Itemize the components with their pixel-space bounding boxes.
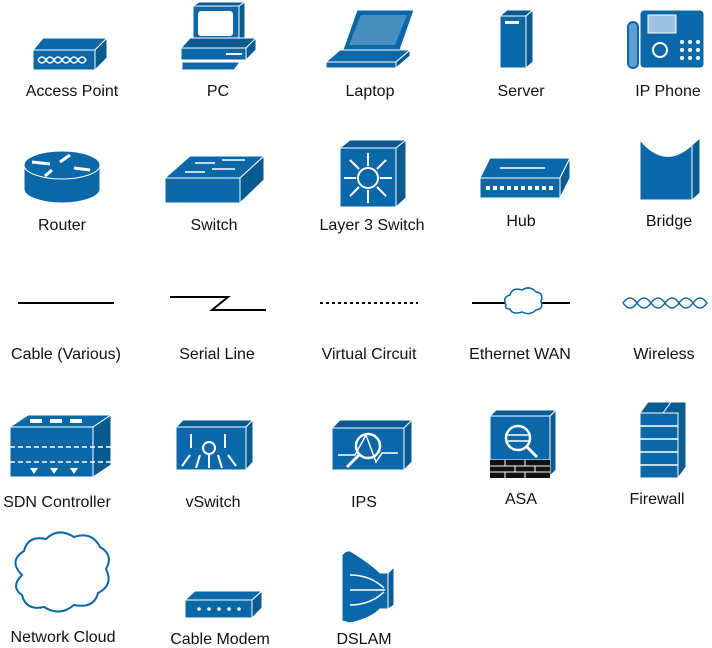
vswitch-icon	[174, 418, 255, 472]
label-dslam: DSLAM	[336, 631, 392, 648]
label-pc: PC	[206, 83, 230, 100]
router-icon	[23, 150, 101, 204]
label-virtual-circuit: Virtual Circuit	[321, 346, 417, 363]
label-firewall: Firewall	[629, 491, 685, 508]
switch-icon	[163, 154, 266, 205]
wireless-icon	[622, 297, 708, 309]
network-cloud-icon	[14, 531, 110, 613]
cable-modem-icon	[183, 589, 264, 620]
label-layer3-switch: Layer 3 Switch	[319, 217, 425, 234]
label-hub: Hub	[506, 213, 536, 230]
label-router: Router	[37, 217, 87, 234]
sdn-controller-icon	[8, 414, 113, 478]
bridge-icon	[639, 136, 701, 202]
label-cable-modem: Cable Modem	[170, 631, 270, 648]
hub-icon	[479, 157, 571, 199]
label-laptop: Laptop	[345, 83, 395, 100]
label-ethernet-wan: Ethernet WAN	[469, 346, 571, 363]
pc-icon	[179, 1, 258, 71]
dslam-icon	[341, 550, 395, 624]
label-sdn-controller: SDN Controller	[3, 494, 111, 511]
label-server: Server	[497, 83, 545, 100]
label-vswitch: vSwitch	[185, 494, 241, 511]
label-bridge: Bridge	[645, 213, 693, 230]
firewall-icon	[639, 401, 687, 480]
ethernet-wan-icon	[472, 287, 570, 315]
label-ip-phone: IP Phone	[635, 83, 701, 100]
label-network-cloud: Network Cloud	[10, 629, 116, 646]
label-switch: Switch	[190, 217, 238, 234]
ip-phone-icon	[627, 9, 705, 69]
label-ips: IPS	[351, 494, 377, 511]
label-asa: ASA	[504, 491, 538, 508]
access-point-icon	[31, 36, 109, 72]
asa-icon	[488, 408, 558, 478]
network-icon-legend: .b{fill:#0b68a8;stroke:#fff;stroke-width…	[0, 0, 712, 648]
serial-line-icon	[170, 296, 266, 311]
label-serial-line: Serial Line	[179, 346, 255, 363]
ips-icon	[330, 418, 414, 472]
label-cable: Cable (Various)	[11, 346, 121, 363]
label-access-point: Access Point	[25, 83, 119, 100]
server-icon	[498, 8, 535, 70]
laptop-icon	[324, 9, 415, 70]
layer3-switch-icon	[338, 138, 408, 209]
label-wireless: Wireless	[633, 346, 695, 363]
